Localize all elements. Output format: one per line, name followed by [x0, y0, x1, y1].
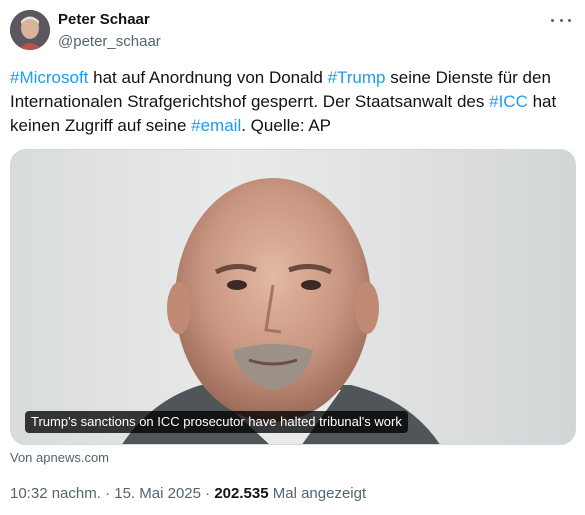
tweet-time[interactable]: 10:32 nachm. — [10, 485, 101, 502]
tweet-text-segment: . Quelle: AP — [241, 116, 332, 135]
meta-separator: · — [205, 485, 211, 502]
tweet-meta: 10:32 nachm. · 15. Mai 2025 · 202.535 Ma… — [10, 485, 366, 502]
hashtag-icc[interactable]: #ICC — [489, 92, 528, 111]
hashtag-email[interactable]: #email — [191, 116, 241, 135]
views-label: Mal angezeigt — [272, 485, 367, 502]
tweet-text: #Microsoft hat auf Anordnung von Donald … — [10, 66, 580, 138]
author-avatar[interactable] — [10, 10, 50, 50]
avatar-image — [10, 10, 50, 50]
tweet-date[interactable]: 15. Mai 2025 — [114, 485, 201, 502]
author-handle[interactable]: @peter_schaar — [58, 33, 161, 50]
hashtag-microsoft[interactable]: #Microsoft — [10, 68, 88, 87]
card-source-link[interactable]: Von apnews.com — [10, 450, 109, 465]
more-horizontal-icon[interactable] — [551, 12, 571, 28]
tweet-text-segment: hat auf Anordnung von Donald — [88, 68, 328, 87]
news-photo — [122, 178, 440, 444]
author-display-name[interactable]: Peter Schaar — [58, 11, 150, 28]
views-count[interactable]: 202.535 — [214, 485, 268, 502]
meta-separator: · — [105, 485, 111, 502]
card-caption: Trump's sanctions on ICC prosecutor have… — [25, 411, 408, 433]
link-card-media[interactable]: Trump's sanctions on ICC prosecutor have… — [10, 149, 576, 445]
hashtag-trump[interactable]: #Trump — [328, 68, 386, 87]
